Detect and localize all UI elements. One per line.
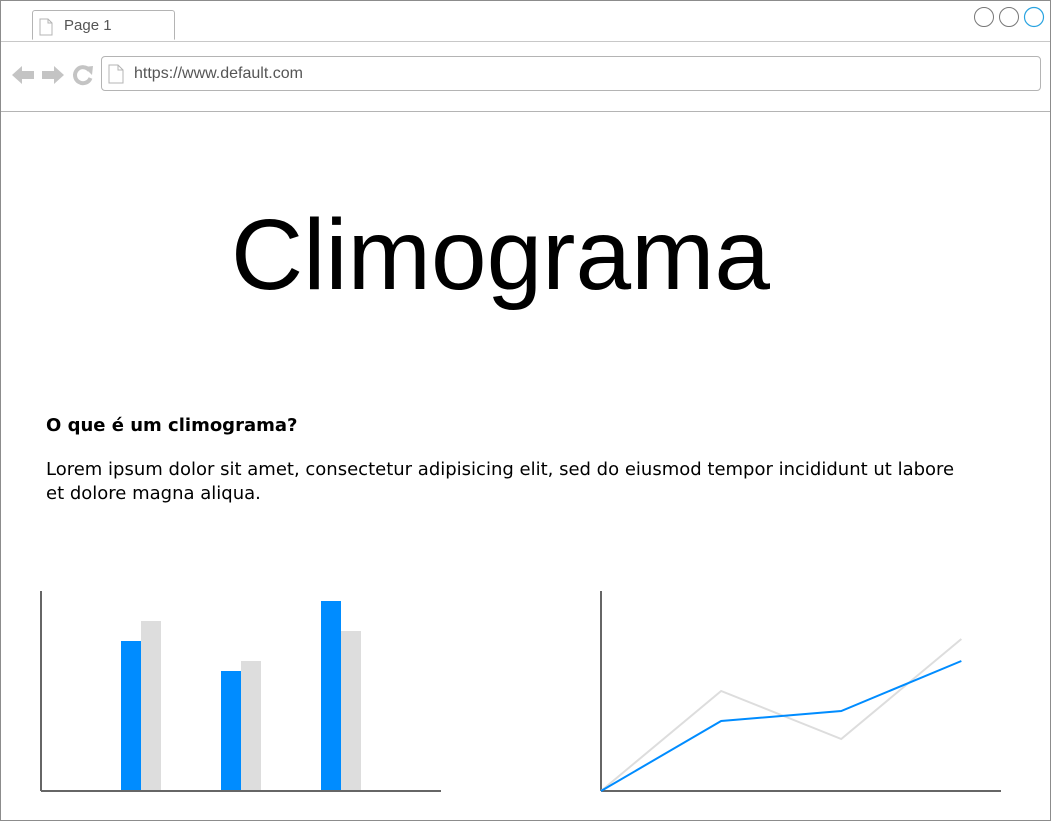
bar-series-1-1 [121,641,141,791]
arrow-right-icon[interactable] [41,63,65,87]
address-bar[interactable]: https://www.default.com [101,56,1041,91]
close-circle-icon[interactable] [1023,6,1045,28]
browser-window: Page 1 https://www.default.com Climogram… [0,0,1051,821]
section-heading: O que é um climograma? [46,415,298,436]
page-icon [108,64,124,84]
minimize-circle-icon[interactable] [974,7,994,27]
browser-tab[interactable]: Page 1 [32,10,175,40]
page-icon [39,18,53,36]
bar-series-1-3 [321,601,341,791]
bar-series-2-2 [241,661,261,791]
page-title: Climograma [231,199,771,311]
bar-series-2-1 [141,621,161,791]
tab-label: Page 1 [64,17,112,34]
bar-series-2-3 [341,631,361,791]
arrow-left-icon[interactable] [11,63,35,87]
line-chart [600,591,1001,792]
section-body-text: Lorem ipsum dolor sit amet, consectetur … [46,459,955,504]
reload-icon[interactable] [71,63,95,87]
tab-bar: Page 1 [1,1,1050,42]
window-controls [974,6,1045,28]
bar-chart [40,591,441,792]
bar-series-1-2 [221,671,241,791]
url-text[interactable]: https://www.default.com [134,65,303,83]
line-series-1 [600,660,962,792]
maximize-circle-icon[interactable] [999,7,1019,27]
navigation-bar: https://www.default.com [1,42,1050,112]
